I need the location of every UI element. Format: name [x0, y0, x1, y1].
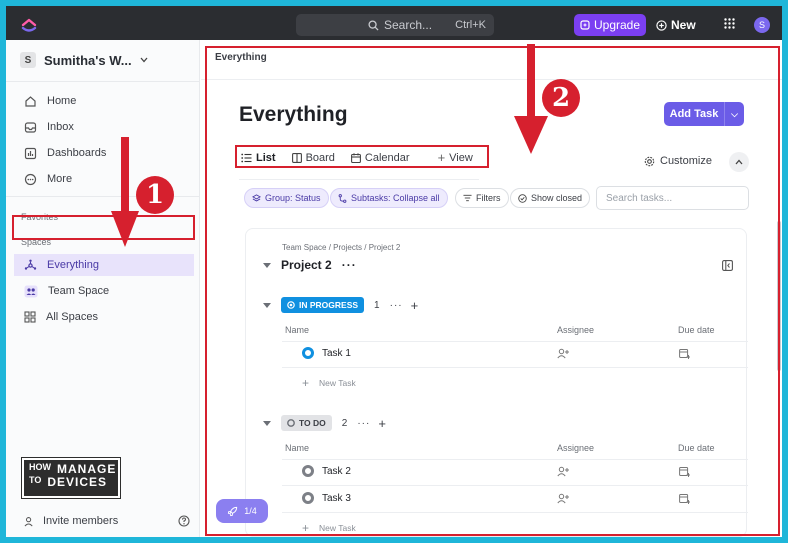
sidebar-item-everything[interactable]: Everything	[14, 254, 194, 276]
global-search-button[interactable]: Search... Ctrl+K	[296, 14, 494, 36]
sidebar-item-label: All Spaces	[46, 311, 98, 323]
dashboard-icon	[24, 147, 37, 159]
workspace-avatar: S	[20, 52, 36, 68]
inbox-icon	[24, 121, 37, 133]
step-2-badge: 2	[542, 79, 580, 117]
top-bar: Search... Ctrl+K Upgrade New S	[6, 6, 782, 40]
workspace-name: Sumitha's W...	[44, 52, 132, 68]
sidebar: S Sumitha's W... Home Inbox Dashboards M…	[6, 40, 200, 537]
upgrade-label: Upgrade	[593, 18, 641, 32]
team-icon	[24, 285, 38, 297]
new-label: New	[671, 18, 696, 32]
main-area-highlight	[205, 46, 780, 536]
sidebar-item-dashboards[interactable]: Dashboards	[14, 142, 194, 164]
sidebar-item-all-spaces[interactable]: All Spaces	[14, 306, 194, 328]
help-icon[interactable]	[178, 515, 190, 527]
clickup-logo-icon[interactable]	[20, 14, 38, 32]
home-icon	[25, 95, 36, 107]
user-avatar[interactable]: S	[754, 17, 770, 33]
search-icon	[368, 19, 379, 31]
sidebar-item-label: More	[47, 173, 73, 185]
search-shortcut: Ctrl+K	[455, 19, 486, 31]
sidebar-item-label: Team Space	[48, 285, 110, 297]
sidebar-item-label: Dashboards	[47, 147, 107, 159]
sparkle-icon	[580, 20, 590, 30]
step-1-badge: 1	[136, 176, 174, 214]
workspace-switcher[interactable]: S Sumitha's W...	[20, 52, 148, 68]
sidebar-item-label: Everything	[47, 259, 99, 271]
sidebar-item-team-space[interactable]: Team Space	[14, 280, 194, 302]
logo-text: MANAGE	[57, 462, 117, 476]
plus-circle-icon	[656, 19, 667, 31]
logo-text: TO	[29, 474, 42, 485]
chevron-down-icon	[140, 57, 148, 63]
sidebar-item-inbox[interactable]: Inbox	[14, 116, 194, 138]
app-window: Search... Ctrl+K Upgrade New S S Sumitha…	[6, 6, 782, 537]
upgrade-button[interactable]: Upgrade	[574, 14, 646, 36]
sidebar-item-label: Inbox	[47, 121, 74, 133]
everything-icon	[24, 259, 37, 270]
howtomanagedevices-logo: HOW MANAGE TO DEVICES	[21, 457, 121, 499]
grid-icon	[24, 311, 36, 323]
add-user-icon	[24, 516, 33, 526]
search-label: Search...	[384, 18, 433, 32]
sidebar-item-label: Home	[47, 95, 77, 107]
more-circle-icon	[24, 173, 37, 185]
logo-text: DEVICES	[47, 474, 108, 489]
apps-grid-icon[interactable]	[724, 18, 735, 29]
logo-text: HOW	[29, 462, 51, 472]
everything-highlight	[12, 215, 195, 240]
new-button[interactable]: New	[656, 14, 700, 36]
sidebar-item-home[interactable]: Home	[14, 90, 194, 112]
invite-label: Invite members	[43, 515, 119, 527]
invite-members-button[interactable]: Invite members	[24, 515, 118, 527]
arrow-down-icon	[111, 137, 139, 247]
sidebar-divider	[6, 81, 200, 82]
